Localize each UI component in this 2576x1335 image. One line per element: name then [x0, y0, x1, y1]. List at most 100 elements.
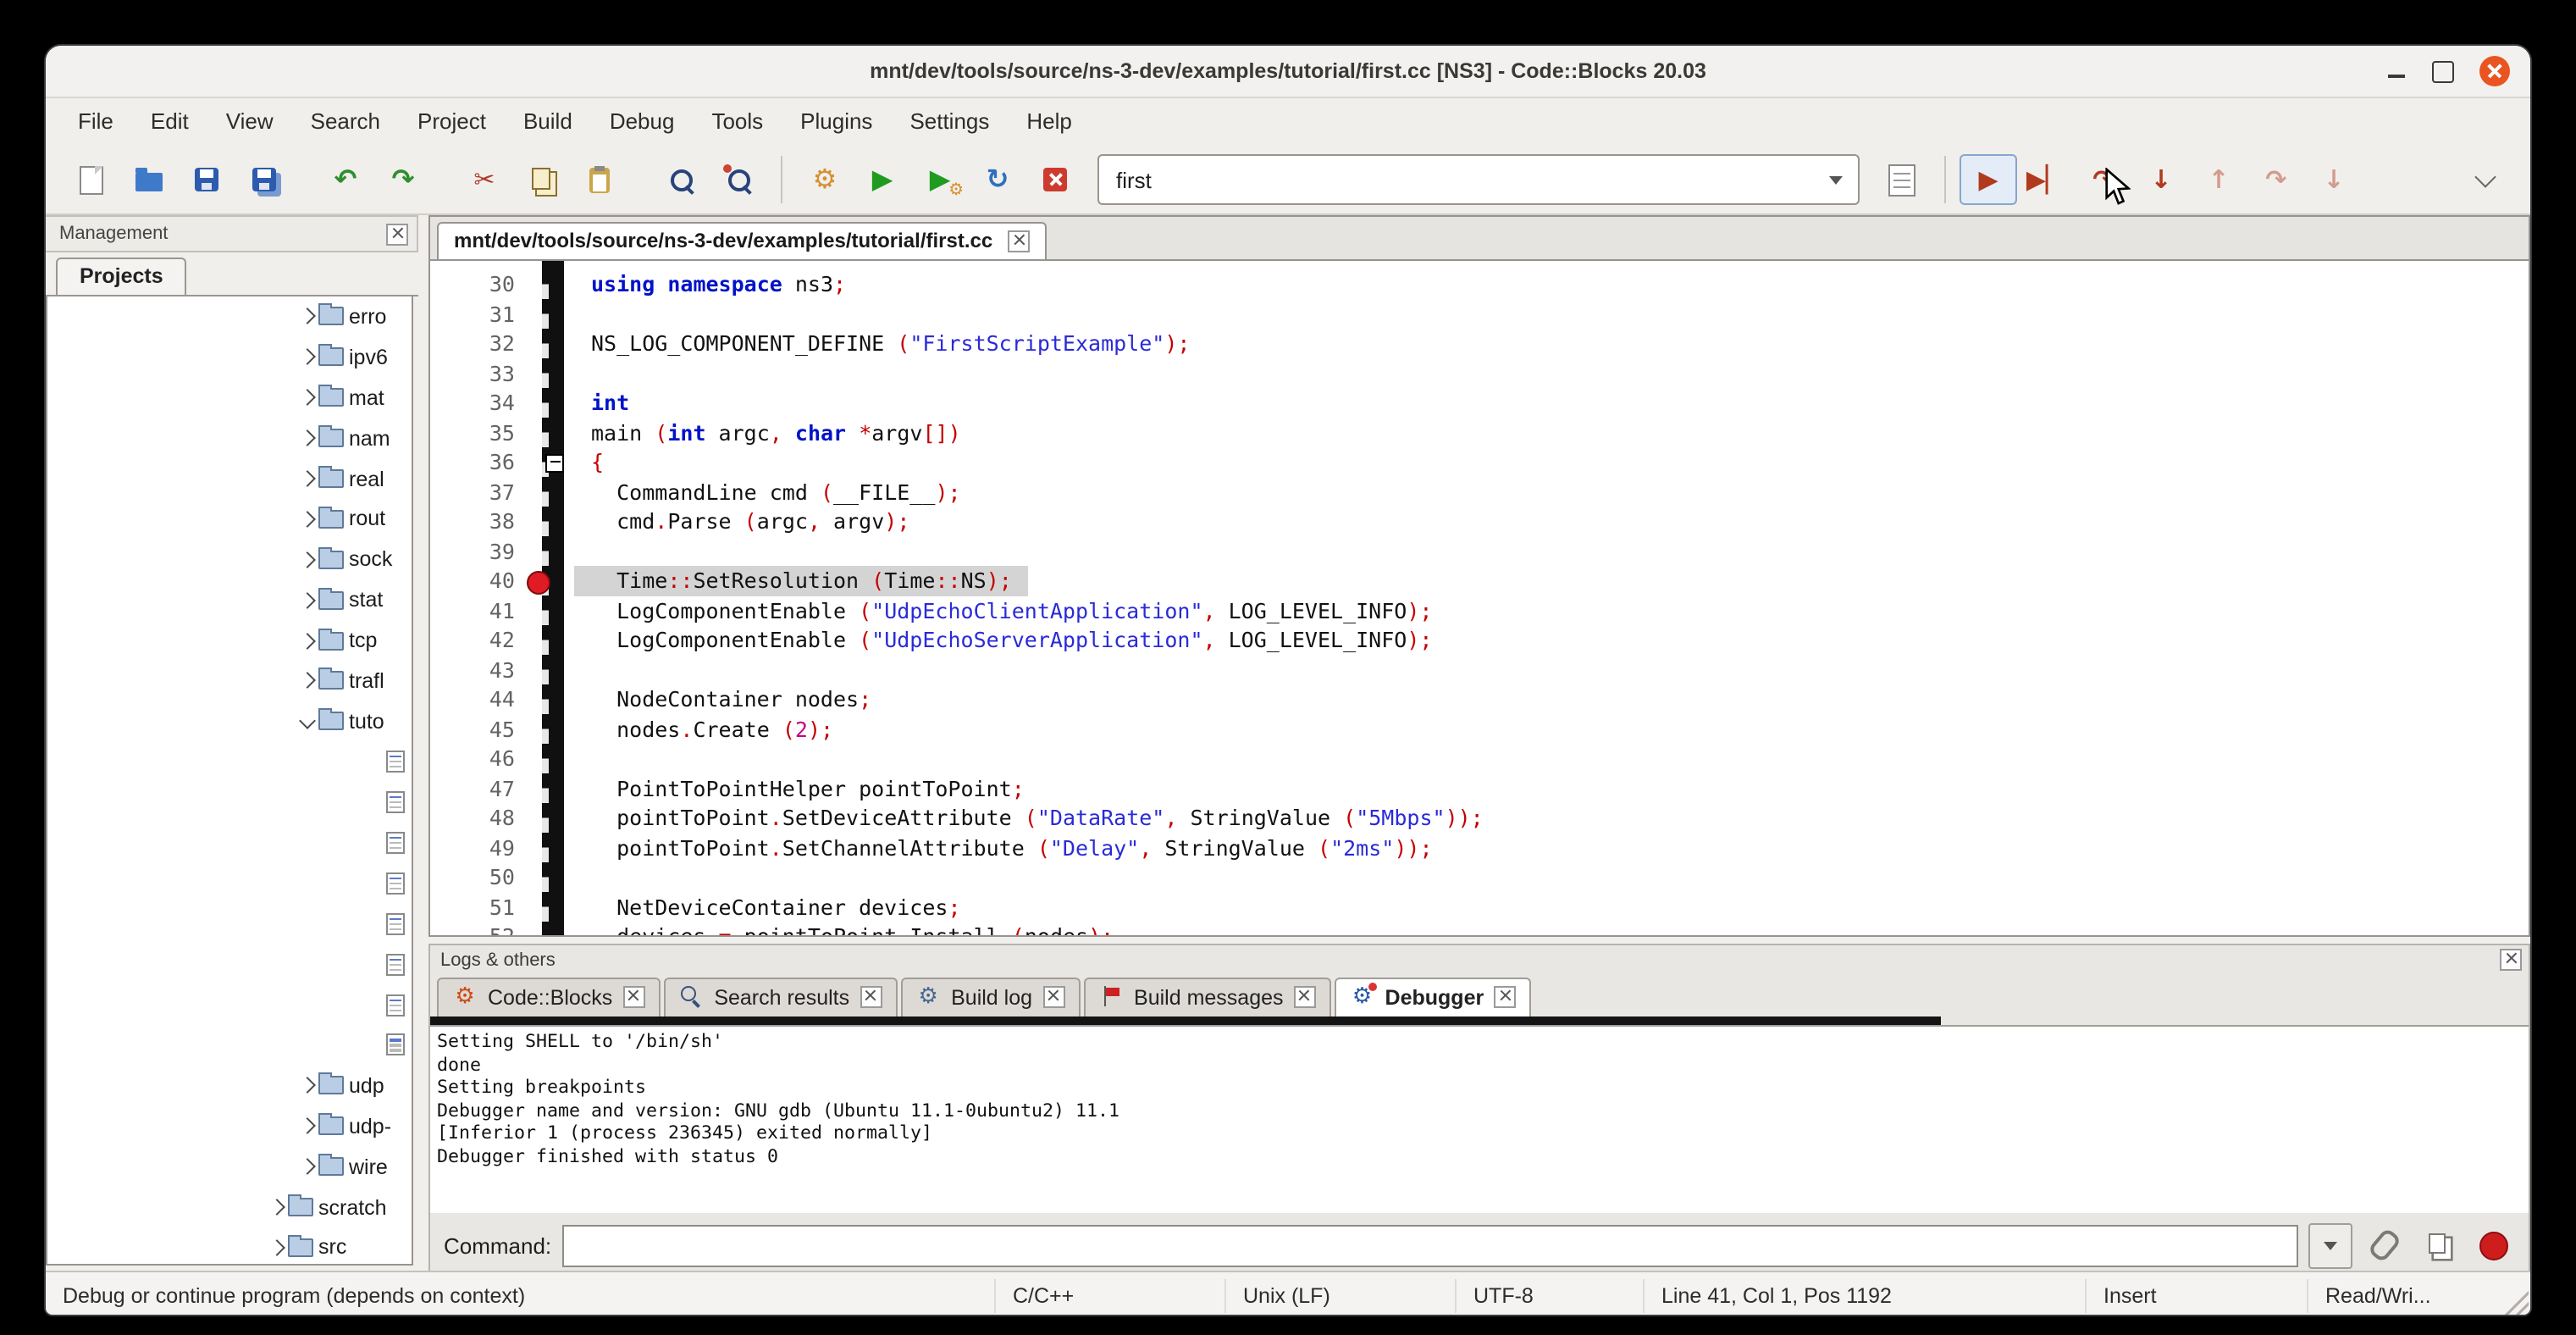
chevron-right-icon[interactable] — [295, 473, 318, 485]
menu-item-settings[interactable]: Settings — [891, 98, 1008, 146]
tab-close-icon[interactable] — [1294, 986, 1316, 1008]
breakpoint-marker[interactable] — [527, 570, 550, 594]
build-and-run-button[interactable]: ▶⚙ — [911, 154, 969, 205]
undo-button[interactable]: ↶ — [317, 154, 374, 205]
tree-item-se[interactable]: se — [47, 944, 412, 985]
code-line[interactable]: 30using namespace ns3; — [430, 269, 2529, 299]
code-line[interactable]: 34int — [430, 388, 2529, 418]
code-line[interactable]: 43 — [430, 655, 2529, 684]
step-into-button[interactable]: ↓ — [2132, 154, 2190, 205]
breakpoint-margin[interactable] — [525, 714, 552, 744]
logs-tab-debugger[interactable]: ⚙Debugger — [1335, 978, 1532, 1016]
tree-item-fif[interactable]: fif — [47, 742, 412, 783]
code-line[interactable]: 33 — [430, 358, 2529, 388]
code-line[interactable]: 44 NodeContainer nodes; — [430, 684, 2529, 714]
tree-item-tcp[interactable]: tcp — [47, 620, 412, 661]
menu-item-plugins[interactable]: Plugins — [782, 98, 891, 146]
code-line[interactable]: 50 — [430, 862, 2529, 892]
command-history-dropdown-button[interactable] — [2308, 1222, 2352, 1268]
tree-item-wire[interactable]: wire — [47, 1146, 412, 1187]
menu-item-project[interactable]: Project — [399, 98, 505, 146]
tree-item-si[interactable]: si — [47, 984, 412, 1025]
chevron-right-icon[interactable] — [295, 513, 318, 525]
code-line[interactable]: 40 Time::SetResolution (Time::NS); — [430, 566, 2529, 595]
tree-item-udp[interactable]: udp- — [47, 1106, 412, 1147]
debug-continue-button[interactable]: ▶ — [1960, 154, 2017, 205]
step-out-button[interactable]: ↑ — [2190, 154, 2247, 205]
logs-tab-codeblocks[interactable]: ⚙Code::Blocks — [437, 978, 660, 1016]
logs-tab-gear[interactable]: ⚙Build log — [900, 978, 1080, 1016]
chevron-right-icon[interactable] — [295, 1161, 318, 1172]
close-icon[interactable] — [2479, 56, 2510, 86]
save-button[interactable] — [178, 154, 235, 205]
maximize-icon[interactable] — [2432, 60, 2454, 82]
build-target-combo[interactable]: first — [1097, 154, 1860, 205]
breakpoint-margin[interactable] — [525, 833, 552, 862]
editor-tab-close-icon[interactable] — [1008, 230, 1030, 252]
build-button[interactable]: ⚙ — [796, 154, 854, 205]
logs-tab-flag[interactable]: Build messages — [1083, 978, 1331, 1016]
management-close-icon[interactable] — [386, 223, 408, 245]
breakpoint-margin[interactable] — [525, 566, 552, 595]
code-line[interactable]: 48 pointToPoint.SetDeviceAttribute ("Dat… — [430, 803, 2529, 833]
editor-tab[interactable]: mnt/dev/tools/source/ns-3-dev/examples/t… — [437, 222, 1047, 259]
tab-close-icon[interactable] — [1042, 986, 1064, 1008]
breakpoint-margin[interactable] — [525, 358, 552, 388]
code-line[interactable]: 45 nodes.Create (2); — [430, 714, 2529, 744]
paste-button[interactable] — [571, 154, 628, 205]
breakpoint-margin[interactable] — [525, 684, 552, 714]
chevron-right-icon[interactable] — [295, 675, 318, 687]
build-target-button[interactable] — [1873, 154, 1931, 205]
abort-button[interactable] — [1026, 154, 1084, 205]
breakpoint-margin[interactable] — [525, 299, 552, 329]
titlebar[interactable]: mnt/dev/tools/source/ns-3-dev/examples/t… — [46, 46, 2530, 98]
chevron-right-icon[interactable] — [295, 634, 318, 646]
redo-button[interactable]: ↷ — [374, 154, 432, 205]
menu-item-edit[interactable]: Edit — [132, 98, 207, 146]
cut-button[interactable]: ✂ — [456, 154, 513, 205]
menu-item-debug[interactable]: Debug — [591, 98, 694, 146]
find-button[interactable] — [652, 154, 710, 205]
chevron-right-icon[interactable] — [264, 1201, 288, 1213]
code-line[interactable]: 38 cmd.Parse (argc, argv); — [430, 507, 2529, 536]
combo-dropdown-button[interactable] — [1814, 156, 1858, 203]
tree-item-erro[interactable]: erro — [47, 296, 412, 337]
breakpoint-margin[interactable] — [525, 388, 552, 418]
breakpoint-margin[interactable] — [525, 418, 552, 447]
run-button[interactable]: ▶ — [854, 154, 911, 205]
breakpoint-margin[interactable] — [525, 507, 552, 536]
tab-projects[interactable]: Projects — [56, 258, 187, 295]
run-to-cursor-button[interactable]: ▶▏ — [2017, 154, 2075, 205]
tree-item-stat[interactable]: stat — [47, 579, 412, 620]
breakpoint-margin[interactable] — [525, 477, 552, 507]
code-area[interactable]: 30using namespace ns3;3132NS_LOG_COMPONE… — [430, 261, 2529, 937]
tree-item-th[interactable]: th — [47, 1025, 412, 1066]
tree-item-udp[interactable]: udp — [47, 1066, 412, 1106]
chevron-down-icon[interactable] — [295, 716, 318, 728]
code-line[interactable]: 36{ — [430, 447, 2529, 477]
code-line[interactable]: 47 PointToPointHelper pointToPoint; — [430, 773, 2529, 803]
toolbar-overflow-button[interactable] — [2456, 154, 2513, 205]
tree-item-real[interactable]: real — [47, 458, 412, 499]
tree-item-mat[interactable]: mat — [47, 378, 412, 418]
menu-item-build[interactable]: Build — [505, 98, 591, 146]
code-line[interactable]: 41 LogComponentEnable ("UdpEchoClientApp… — [430, 595, 2529, 625]
step-into-instruction-button[interactable]: ↓ — [2305, 154, 2363, 205]
chevron-right-icon[interactable] — [295, 554, 318, 566]
breakpoint-margin[interactable] — [525, 773, 552, 803]
chevron-right-icon[interactable] — [295, 391, 318, 403]
tab-close-icon[interactable] — [860, 986, 882, 1008]
breakpoint-margin[interactable] — [525, 269, 552, 299]
replace-button[interactable] — [710, 154, 767, 205]
menu-item-file[interactable]: File — [59, 98, 132, 146]
tab-close-icon[interactable] — [1494, 986, 1516, 1008]
tree-item-scratch[interactable]: scratch — [47, 1187, 412, 1227]
new-file-button[interactable] — [63, 154, 120, 205]
code-line[interactable]: 46 — [430, 744, 2529, 773]
chevron-right-icon[interactable] — [295, 311, 318, 323]
tree-item-rout[interactable]: rout — [47, 499, 412, 540]
code-line[interactable]: 42 LogComponentEnable ("UdpEchoServerApp… — [430, 625, 2529, 655]
tree-item-src[interactable]: src — [47, 1227, 412, 1266]
menu-item-search[interactable]: Search — [292, 98, 399, 146]
breakpoint-margin[interactable] — [525, 595, 552, 625]
